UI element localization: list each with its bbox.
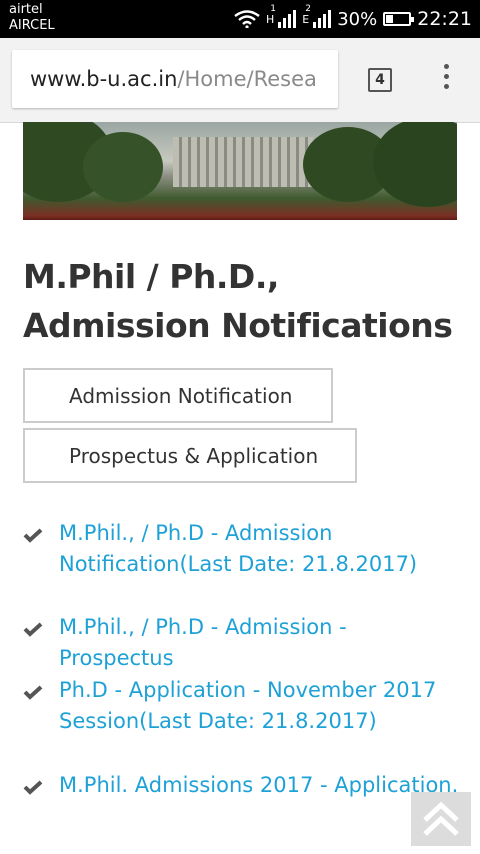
prospectus-application-button[interactable]: Prospectus & Application [23,428,357,483]
carrier-labels: airtel AIRCEL [9,2,55,34]
carrier-primary: airtel [9,2,43,17]
clock: 22:21 [417,8,472,30]
battery-fill [386,15,394,23]
campus-banner-image [23,122,457,220]
chevron-up-icon [423,801,459,836]
check-icon [23,780,43,795]
overflow-menu-icon[interactable] [436,64,456,94]
carrier-secondary: AIRCEL [9,18,55,33]
signal-1-icon: 1 [270,4,297,28]
check-icon [23,685,43,700]
url-bar[interactable]: www.b-u.ac.in/Home/Resea [12,50,338,108]
sim-2-label: 2 [305,4,311,14]
wifi-icon [234,10,260,28]
status-icons: H 1 E 2 30% 22:21 [234,4,472,32]
admission-notification-button[interactable]: Admission Notification [23,368,333,423]
network-type-1: H [265,12,275,26]
tab-switcher-button[interactable]: 4 [368,68,392,92]
battery-percent: 30% [337,8,378,30]
phd-application-link[interactable]: Ph.D - Application - November 2017 Sessi… [59,675,459,737]
network-type-2: E [302,12,310,26]
check-icon [23,622,43,637]
check-icon [23,528,43,543]
browser-toolbar: www.b-u.ac.in/Home/Resea 4 [0,38,480,123]
scroll-to-top-button[interactable] [411,792,471,846]
mphil-application-link[interactable]: M.Phil. Admissions 2017 - Application. [59,770,459,801]
signal-2-icon: 2 [305,4,332,28]
battery-icon [383,12,415,26]
url-text[interactable]: www.b-u.ac.in/Home/Resea [30,67,317,91]
sim-1-label: 1 [270,4,276,14]
notification-link[interactable]: M.Phil., / Ph.D - Admission Notification… [59,518,459,580]
prospectus-link[interactable]: M.Phil., / Ph.D - Admission - Prospectus [59,612,459,674]
url-host: www.b-u.ac.in [30,67,178,91]
page-title: M.Phil / Ph.D., Admission Notifications [23,257,453,345]
status-bar: airtel AIRCEL H 1 E 2 30% 22:21 [0,0,480,38]
url-path: /Home/Resea [177,67,317,91]
